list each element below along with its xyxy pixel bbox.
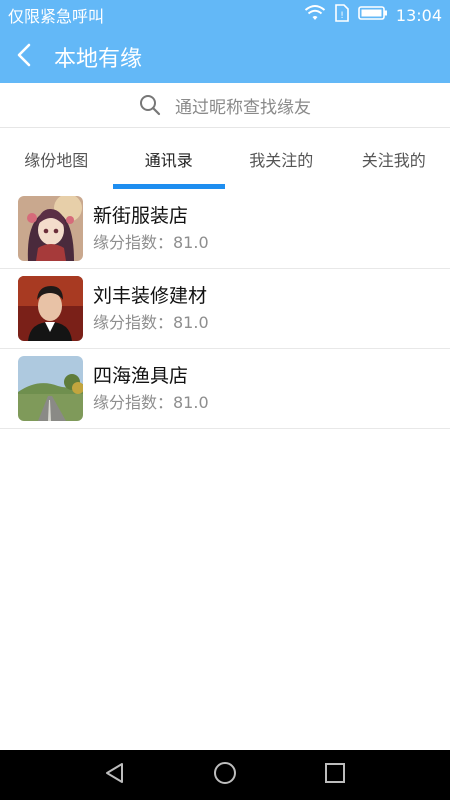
app-bar: 本地有缘 xyxy=(0,30,450,83)
tab-map[interactable]: 缘份地图 xyxy=(0,129,113,189)
svg-text:!: ! xyxy=(340,11,344,21)
nav-recents-button[interactable] xyxy=(320,760,350,790)
battery-icon xyxy=(358,5,388,25)
tab-following[interactable]: 我关注的 xyxy=(225,129,338,189)
sim-icon: ! xyxy=(334,4,350,26)
status-bar: 仅限紧急呼叫 ! 13:04 xyxy=(0,0,450,30)
page-title: 本地有缘 xyxy=(54,46,143,72)
tab-label: 缘份地图 xyxy=(24,151,89,170)
recents-square-icon xyxy=(324,762,346,788)
search-icon xyxy=(139,94,161,116)
home-circle-icon xyxy=(213,761,237,789)
carrier-text: 仅限紧急呼叫 xyxy=(8,7,105,26)
nav-back-button[interactable] xyxy=(100,760,130,790)
affinity-score: 缘分指数：81.0 xyxy=(93,312,209,332)
tab-contacts[interactable]: 通讯录 xyxy=(112,129,225,189)
tab-label: 我关注的 xyxy=(249,151,314,170)
status-icons: ! 13:04 xyxy=(304,4,442,26)
back-arrow-icon xyxy=(16,43,32,71)
list-item[interactable]: 新街服装店 缘分指数：81.0 xyxy=(0,189,450,269)
contact-list: 新街服装店 缘分指数：81.0 刘丰装修建材 缘分指数：81.0 四海渔具店 缘… xyxy=(0,189,450,429)
search-input[interactable]: 通过昵称查找缘友 xyxy=(175,93,311,118)
road-landscape-avatar xyxy=(18,356,83,421)
clock: 13:04 xyxy=(395,5,442,25)
affinity-score: 缘分指数：81.0 xyxy=(93,392,209,412)
list-item[interactable]: 四海渔具店 缘分指数：81.0 xyxy=(0,349,450,429)
contact-name: 四海渔具店 xyxy=(93,364,189,387)
back-button[interactable] xyxy=(0,30,48,83)
affinity-score: 缘分指数：81.0 xyxy=(93,232,209,252)
system-nav-bar xyxy=(0,750,450,800)
tab-label: 关注我的 xyxy=(361,151,426,170)
anime-girl-avatar xyxy=(18,196,83,261)
contact-name: 刘丰装修建材 xyxy=(93,284,208,307)
nav-home-button[interactable] xyxy=(210,760,240,790)
search-bar[interactable]: 通过昵称查找缘友 xyxy=(0,83,450,128)
contact-name: 新街服装店 xyxy=(93,204,189,227)
wifi-icon xyxy=(304,4,326,26)
tab-followers[interactable]: 关注我的 xyxy=(338,129,450,189)
tab-bar: 缘份地图 通讯录 我关注的 关注我的 xyxy=(0,129,450,189)
man-portrait-avatar xyxy=(18,276,83,341)
back-triangle-icon xyxy=(104,762,126,788)
tab-label: 通讯录 xyxy=(144,151,193,170)
list-item[interactable]: 刘丰装修建材 缘分指数：81.0 xyxy=(0,269,450,349)
